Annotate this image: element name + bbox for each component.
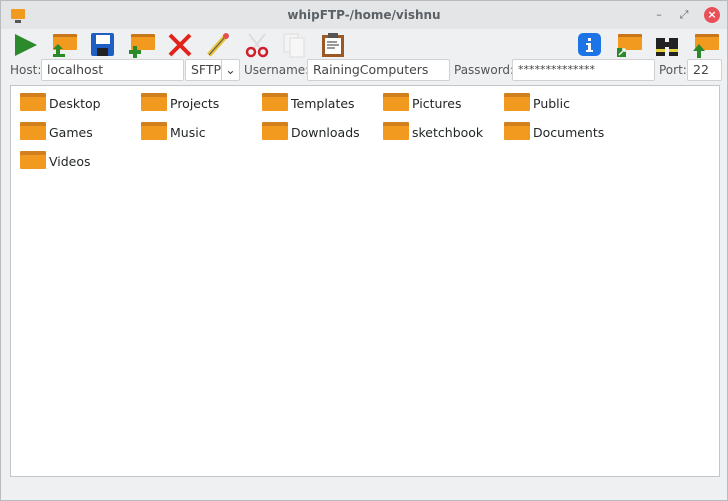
folder-item[interactable]: Downloads (262, 121, 380, 143)
file-browser-panel[interactable]: Desktop Projects Templates Pictures Public Ga… (10, 85, 720, 477)
chevron-down-icon: ⌄ (221, 60, 239, 80)
folder-item[interactable]: Videos (20, 150, 138, 172)
window-title: whipFTP-/home/vishnu (287, 8, 441, 22)
folder-item[interactable]: Projects (141, 92, 259, 114)
minimize-button[interactable]: – (651, 7, 667, 23)
app-window: whipFTP-/home/vishnu – ⤢ × Host: localho… (0, 0, 728, 501)
folder-icon (383, 122, 409, 140)
download-save-button[interactable] (90, 32, 116, 58)
host-input[interactable]: localhost (41, 59, 184, 81)
folder-name: sketchbook (412, 125, 484, 140)
username-label: Username: (244, 63, 310, 77)
folder-name: Games (49, 125, 93, 140)
folder-item[interactable]: Templates (262, 92, 380, 114)
folder-icon (20, 93, 46, 111)
folder-icon (141, 122, 167, 140)
protocol-value: SFTP (191, 62, 222, 77)
cut-button[interactable] (244, 32, 270, 58)
folder-icon (504, 93, 530, 111)
title-bar: whipFTP-/home/vishnu – ⤢ × (1, 1, 727, 29)
folder-name: Music (170, 125, 206, 140)
folder-name: Pictures (412, 96, 462, 111)
parent-directory-button[interactable] (693, 32, 719, 58)
password-label: Password: (454, 63, 515, 77)
password-input[interactable]: ************** (512, 59, 655, 81)
close-button[interactable]: × (704, 7, 720, 23)
folder-item[interactable]: Desktop (20, 92, 138, 114)
folder-name: Desktop (49, 96, 101, 111)
folder-name: Videos (49, 154, 91, 169)
folder-item[interactable]: Games (20, 121, 138, 143)
folder-name: Public (533, 96, 570, 111)
folder-name: Downloads (291, 125, 360, 140)
port-label: Port: (659, 63, 687, 77)
host-label: Host: (10, 63, 42, 77)
username-input[interactable]: RainingComputers (307, 59, 450, 81)
folder-icon (504, 122, 530, 140)
delete-button[interactable] (167, 32, 193, 58)
paste-button[interactable] (320, 32, 346, 58)
folder-name: Documents (533, 125, 605, 140)
maximize-button[interactable]: ⤢ (676, 7, 692, 23)
search-binoculars-button[interactable] (654, 32, 680, 58)
open-external-button[interactable] (616, 32, 642, 58)
folder-item[interactable]: Pictures (383, 92, 501, 114)
folder-icon (383, 93, 409, 111)
folder-name: Templates (291, 96, 355, 111)
protocol-select[interactable]: SFTP ⌄ (185, 59, 240, 81)
connect-button[interactable] (13, 32, 39, 58)
copy-button[interactable] (282, 32, 308, 58)
port-input[interactable]: 22 (687, 59, 722, 81)
folder-icon (141, 93, 167, 111)
folder-item[interactable]: Music (141, 121, 259, 143)
folder-item[interactable]: sketchbook (383, 121, 501, 143)
folder-name: Projects (170, 96, 220, 111)
folder-icon (262, 122, 288, 140)
folder-icon (20, 122, 46, 140)
folder-item[interactable]: Documents (504, 121, 622, 143)
properties-info-button[interactable] (577, 32, 603, 58)
folder-icon (20, 151, 46, 169)
folder-item[interactable]: Public (504, 92, 622, 114)
folder-icon (262, 93, 288, 111)
new-folder-button[interactable] (129, 32, 155, 58)
rename-button[interactable] (205, 32, 231, 58)
upload-button[interactable] (51, 32, 77, 58)
